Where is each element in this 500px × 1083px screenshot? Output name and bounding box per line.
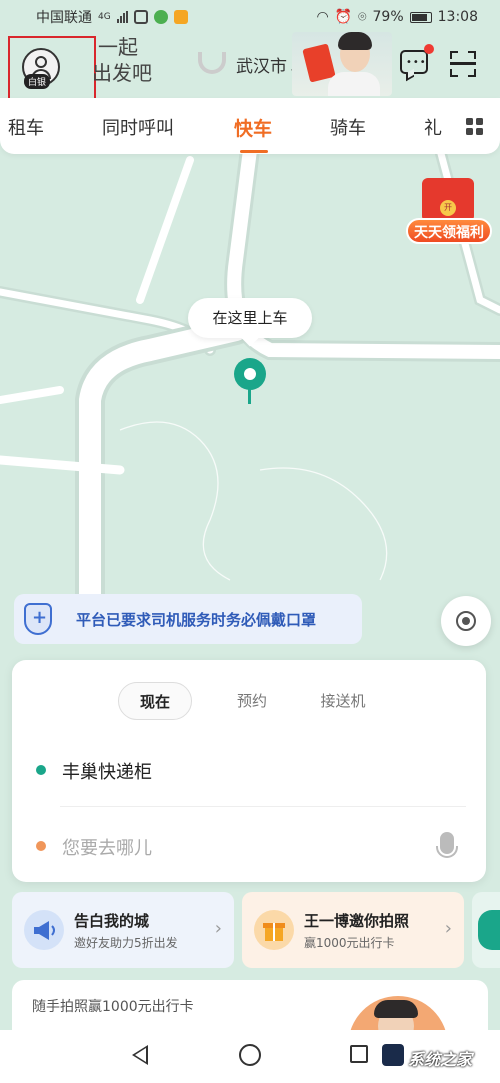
scan-button[interactable] (450, 51, 476, 77)
promo-label: 天天领福利 (406, 218, 492, 244)
ride-mode-tabs: 现在 预约 接送机 (118, 682, 388, 722)
network-label: 4G (98, 12, 111, 22)
city-label: 武汉市 (236, 57, 287, 77)
app-header: 白银 一起 出发吧 武汉市⌄ ••• (0, 32, 500, 106)
promo-coin: 开 (440, 200, 456, 216)
active-tab-indicator (240, 150, 268, 153)
notice-text: 平台已要求司机服务时务必佩戴口罩 (76, 611, 317, 629)
destination-placeholder: 您要去哪儿 (62, 838, 152, 859)
header-banner[interactable] (292, 32, 392, 96)
promo-card-photo[interactable]: 王一博邀你拍照 赢1000元出行卡 › (242, 892, 464, 968)
tab-bike[interactable]: 骑车 (330, 114, 366, 140)
watermark-logo-icon (382, 1044, 404, 1066)
tab-rent-car[interactable]: 租车 (8, 114, 44, 140)
red-envelope-icon (302, 43, 336, 83)
home-icon[interactable] (239, 1044, 261, 1066)
person-hair (374, 1000, 418, 1018)
status-left: 中国联通 4G (36, 7, 188, 27)
slogan: 一起 出发吧 (92, 34, 162, 86)
gift-icon (254, 910, 294, 950)
alarm-icon: ⏰ (334, 9, 353, 25)
battery-icon (409, 11, 432, 23)
video-app-icon (173, 10, 188, 24)
shield-icon (24, 603, 52, 635)
pickup-pin-icon[interactable] (234, 358, 266, 390)
booking-panel: 现在 预约 接送机 丰巢快递柜 您要去哪儿 (12, 660, 486, 882)
mode-now[interactable]: 现在 (118, 682, 192, 720)
pickup-pin-stem (248, 388, 251, 404)
clock: 13:08 (437, 9, 478, 25)
scan-icon (450, 62, 476, 65)
destination-dot-icon (36, 841, 46, 851)
message-icon: ••• (406, 57, 427, 68)
status-right: ◠ ⏰ ⌾ 79% 13:08 (316, 9, 478, 25)
carrier-label: 中国联通 (36, 10, 92, 26)
recent-apps-icon[interactable] (350, 1045, 368, 1063)
watermark-text: 系统之家 (408, 1050, 473, 1069)
field-divider (60, 806, 466, 807)
mask-notice-banner[interactable]: 平台已要求司机服务时务必佩戴口罩 (14, 594, 362, 644)
slogan-line2: 出发吧 (92, 61, 152, 85)
profile-button[interactable]: 白银 (8, 36, 96, 106)
card-title: 告白我的城 (74, 912, 150, 930)
pickup-tooltip: 在这里上车 (188, 298, 312, 338)
red-envelope-icon: 开 (422, 178, 474, 222)
promo-card-city[interactable]: 告白我的城 邀好友助力5折出发 › (12, 892, 234, 968)
destination-field[interactable]: 您要去哪儿 (32, 822, 466, 870)
more-services-button[interactable] (466, 118, 484, 136)
origin-value: 丰巢快递柜 (62, 762, 152, 783)
tab-multi-call[interactable]: 同时呼叫 (102, 114, 174, 140)
message-button[interactable]: ••• (400, 50, 428, 82)
partial-card-icon (478, 910, 500, 950)
locate-button[interactable] (441, 596, 491, 646)
headset-icon: ◠ (316, 9, 329, 25)
photo-contest-text: 随手拍照赢1000元出行卡 (32, 999, 194, 1015)
origin-field[interactable]: 丰巢快递柜 (32, 746, 466, 794)
didi-logo-icon (198, 52, 226, 74)
status-bar: 中国联通 4G ◠ ⏰ ⌾ 79% 13:08 (0, 0, 500, 34)
card-title: 王一博邀你拍照 (304, 912, 410, 930)
watermark: 系统之家 (378, 1036, 496, 1076)
battery-percent: 79% (372, 9, 404, 25)
city-selector[interactable]: 武汉市⌄ (236, 52, 298, 77)
chevron-right-icon: › (444, 918, 452, 939)
promo-card-more[interactable] (472, 892, 500, 968)
welfare-promo-button[interactable]: 开 天天领福利 (404, 172, 494, 256)
app-notification-icon (133, 10, 148, 24)
signal-icon (116, 11, 128, 23)
message-unread-dot (424, 44, 434, 54)
wechat-pay-icon (153, 10, 168, 24)
slogan-line1: 一起 (98, 35, 138, 59)
back-icon[interactable] (132, 1045, 148, 1065)
mode-airport[interactable]: 接送机 (308, 682, 378, 720)
card-subtitle: 邀好友助力5折出发 (74, 936, 178, 950)
origin-dot-icon (36, 765, 46, 775)
vip-badge: 白银 (24, 74, 51, 89)
location-icon: ⌾ (358, 9, 367, 25)
megaphone-icon (24, 910, 64, 950)
mode-reserve[interactable]: 预约 (222, 682, 282, 720)
service-tabs: 租车 同时呼叫 快车 骑车 礼 (0, 98, 500, 154)
tab-gift[interactable]: 礼 (424, 114, 442, 140)
card-subtitle: 赢1000元出行卡 (304, 936, 395, 950)
tab-express[interactable]: 快车 (234, 114, 272, 141)
chevron-right-icon: › (214, 918, 222, 939)
